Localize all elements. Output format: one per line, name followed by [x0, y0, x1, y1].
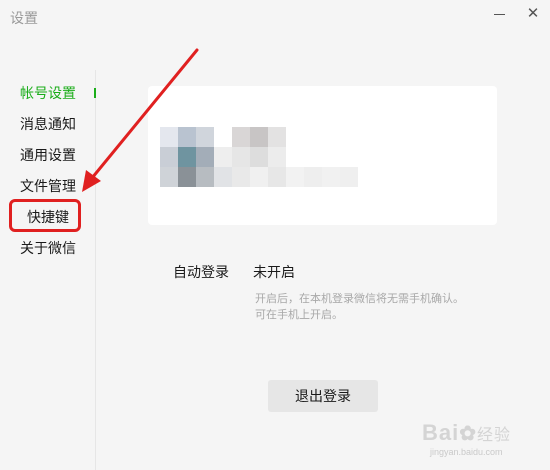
auto-login-hint-line1: 开启后，在本机登录微信将无需手机确认。	[255, 292, 464, 305]
minimize-icon[interactable]	[482, 0, 516, 26]
watermark-brand-tail: 经验	[477, 427, 512, 444]
annotation-highlight-box	[9, 199, 81, 232]
watermark-url: jingyan.baidu.com	[430, 447, 503, 457]
window-title: 设置	[10, 11, 38, 27]
settings-window: 设置 ✕ 帐号设置 消息通知 通用设置 文件管理 快捷键 关于微信 自动登录 未…	[0, 0, 550, 470]
sidebar-item-file-management[interactable]: 文件管理	[20, 176, 76, 196]
blurred-account-info	[160, 127, 370, 187]
watermark-brand: Bai	[422, 420, 460, 445]
sidebar-item-general-settings[interactable]: 通用设置	[20, 145, 76, 165]
sidebar-item-about-wechat[interactable]: 关于微信	[20, 238, 76, 258]
paw-icon: ✿	[459, 423, 478, 445]
auto-login-hint: 开启后，在本机登录微信将无需手机确认。 可在手机上开启。	[255, 291, 525, 323]
logout-button[interactable]: 退出登录	[268, 380, 378, 412]
auto-login-label: 自动登录	[173, 265, 229, 281]
close-icon[interactable]: ✕	[516, 0, 550, 26]
baidu-watermark: Bai✿经验	[422, 420, 511, 446]
auto-login-hint-line2: 可在手机上开启。	[255, 308, 343, 321]
account-card	[148, 86, 497, 225]
sidebar-item-account-settings[interactable]: 帐号设置	[20, 83, 76, 103]
window-controls: ✕	[482, 0, 550, 26]
sidebar-item-notifications[interactable]: 消息通知	[20, 114, 76, 134]
auto-login-status: 未开启	[253, 265, 295, 281]
